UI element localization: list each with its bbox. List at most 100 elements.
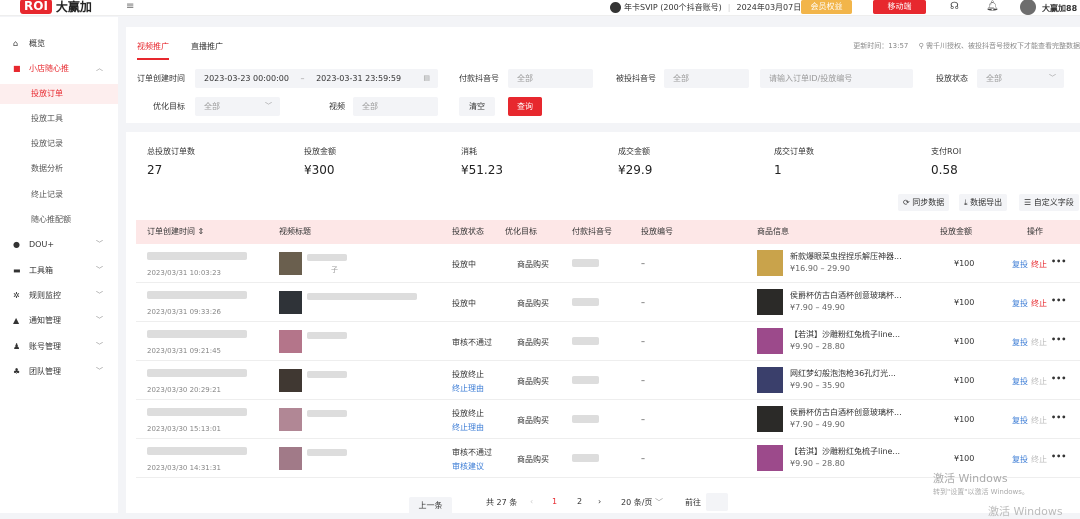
clear-button[interactable]: 清空 (459, 97, 495, 116)
sidebar-item-stop-records[interactable]: 终止记录 (0, 185, 118, 205)
menu-toggle-icon[interactable]: ≡ (126, 1, 134, 12)
status-link[interactable]: 审核建议 (452, 461, 484, 472)
stop-link[interactable]: 终止 (1031, 415, 1047, 426)
col-time[interactable]: 订单创建时间 ⇕ (147, 220, 204, 244)
stop-link[interactable]: 终止 (1031, 298, 1047, 309)
page-2[interactable]: 2 (577, 497, 582, 506)
more-icon[interactable]: ••• (1051, 374, 1066, 383)
product-thumbnail[interactable] (757, 289, 783, 315)
target-account-select[interactable]: 全部 (664, 69, 749, 88)
sidebar-item-records[interactable]: 投放记录 (0, 134, 118, 154)
sidebar-item-orders[interactable]: 投放订单 (0, 84, 118, 104)
per-page-select[interactable]: 20 条/页 ﹀ (621, 497, 663, 508)
date-range-picker[interactable]: 2023-03-23 00:00:00 – 2023-03-31 23:59:5… (195, 69, 438, 88)
custom-fields-button[interactable]: ☰ 自定义字段 (1019, 194, 1079, 211)
stat-label-gmv: 成交金额 (618, 147, 650, 156)
stat-value-cost: ¥51.23 (461, 163, 503, 177)
video-thumbnail[interactable] (279, 408, 302, 431)
col-goal: 优化目标 (505, 227, 537, 236)
team-icon: ♣ (13, 366, 21, 376)
reorder-link[interactable]: 复投 (1012, 454, 1028, 465)
product-thumbnail[interactable] (757, 328, 783, 354)
more-icon[interactable]: ••• (1051, 452, 1066, 461)
product-name[interactable]: 侯爵杯仿古白酒杯创意玻璃杯... (790, 407, 902, 418)
sidebar-item-quota[interactable]: 随心推配额 (0, 210, 118, 230)
video-thumbnail[interactable] (279, 330, 302, 353)
sidebar-item-rules[interactable]: ✲ 规则监控 ﹀ (0, 285, 118, 305)
stop-link[interactable]: 终止 (1031, 454, 1047, 465)
query-button[interactable]: 查询 (508, 97, 542, 116)
sync-data-button[interactable]: ⟳ 同步数据 (898, 194, 950, 211)
product-thumbnail[interactable] (757, 367, 783, 393)
username[interactable]: 大赢加88 (1042, 3, 1077, 14)
next-page-icon[interactable]: › (598, 497, 601, 506)
goal-select[interactable]: 全部 ﹀ (195, 97, 280, 116)
video-title-blurred (307, 293, 417, 300)
sidebar-item-notify[interactable]: ▲ 通知管理 ﹀ (0, 310, 118, 330)
headset-icon[interactable]: ☊ (950, 1, 959, 12)
prev-record-button[interactable]: 上一条 (409, 497, 452, 515)
reorder-link[interactable]: 复投 (1012, 298, 1028, 309)
order-search-input[interactable]: 请输入订单ID/投放编号 (760, 69, 913, 88)
product-name[interactable]: 【若淇】沙雕粉红兔梳子line... (790, 446, 900, 457)
order-time: 2023/03/30 20:29:21 (147, 386, 222, 394)
video-thumbnail[interactable] (279, 291, 302, 314)
product-thumbnail[interactable] (757, 250, 783, 276)
product-name[interactable]: 侯爵杯仿古白酒杯创意玻璃杯... (790, 290, 902, 301)
more-icon[interactable]: ••• (1051, 296, 1066, 305)
bell-icon[interactable]: 🔔︎ (986, 1, 999, 12)
mobile-button[interactable]: 移动端 (873, 0, 926, 14)
stop-link[interactable]: 终止 (1031, 259, 1047, 270)
sidebar-item-shop-promote[interactable]: ■ 小店随心推 ︿ (0, 58, 118, 78)
avatar[interactable] (1020, 0, 1036, 15)
video-thumbnail[interactable] (279, 252, 302, 275)
pay-account-select[interactable]: 全部 (508, 69, 593, 88)
table-row: 2023/03/30 20:29:21 投放终止 终止理由 商品购买 – 网红梦幻般泡泡枪… (136, 361, 1080, 400)
more-icon[interactable]: ••• (1051, 335, 1066, 344)
mobile-label: 移动端 (887, 2, 912, 11)
status-link[interactable]: 终止理由 (452, 422, 484, 433)
more-icon[interactable]: ••• (1051, 413, 1066, 422)
main-content: 视频推广 直播推广 更新时间：13:57 ⚲ 需千川授权、被投抖音号授权下才能查… (126, 27, 1080, 515)
reorder-link[interactable]: 复投 (1012, 376, 1028, 387)
product-name[interactable]: 网红梦幻般泡泡枪36孔灯光... (790, 368, 896, 379)
pay-account-blurred (572, 259, 599, 267)
reorder-link[interactable]: 复投 (1012, 259, 1028, 270)
sidebar-item-toolbox[interactable]: ▬ 工具箱 ﹀ (0, 260, 118, 280)
status-select[interactable]: 全部 ﹀ (977, 69, 1064, 88)
sidebar-item-douplus[interactable]: ● DOU+ ﹀ (0, 234, 118, 254)
order-amount: ¥100 (954, 337, 975, 346)
reorder-link[interactable]: 复投 (1012, 415, 1028, 426)
sidebar-item-accounts[interactable]: ♟ 账号管理 ﹀ (0, 336, 118, 356)
status-link[interactable]: 终止理由 (452, 383, 484, 394)
sidebar-item-analysis[interactable]: 数据分析 (0, 159, 118, 179)
more-icon[interactable]: ••• (1051, 257, 1066, 266)
page-1[interactable]: 1 (552, 497, 557, 506)
vip-benefits-button[interactable]: 会员权益 (801, 0, 852, 14)
order-amount: ¥100 (954, 298, 975, 307)
sidebar-item-overview[interactable]: ⌂ 概览 (0, 33, 118, 53)
prev-page-icon[interactable]: ‹ (530, 497, 533, 506)
order-amount: ¥100 (954, 415, 975, 424)
order-time-label: 订单创建时间 (137, 74, 185, 83)
video-select[interactable]: 全部 (353, 97, 438, 116)
product-name[interactable]: 新款爆眼菜虫捏捏乐解压神器... (790, 251, 902, 262)
sidebar-item-tools[interactable]: 投放工具 (0, 109, 118, 129)
export-button[interactable]: ⤓ 数据导出 (959, 194, 1008, 211)
update-time: 更新时间：13:57 (853, 42, 909, 50)
product-name[interactable]: 【若淇】沙雕粉红兔梳子line... (790, 329, 900, 340)
video-thumbnail[interactable] (279, 369, 302, 392)
product-thumbnail[interactable] (757, 445, 783, 471)
reorder-link[interactable]: 复投 (1012, 337, 1028, 348)
tab-video[interactable]: 视频推广 (137, 41, 169, 60)
tab-live[interactable]: 直播推广 (191, 41, 223, 60)
app-logo[interactable]: ROI 大赢加 (20, 0, 92, 16)
video-thumbnail[interactable] (279, 447, 302, 470)
target-account-label: 被投抖音号 (616, 74, 656, 83)
col-pay-account: 付款抖音号 (572, 227, 612, 236)
product-thumbnail[interactable] (757, 406, 783, 432)
stop-link[interactable]: 终止 (1031, 337, 1047, 348)
goto-input[interactable] (706, 493, 728, 511)
stop-link[interactable]: 终止 (1031, 376, 1047, 387)
sidebar-item-team[interactable]: ♣ 团队管理 ﹀ (0, 361, 118, 381)
